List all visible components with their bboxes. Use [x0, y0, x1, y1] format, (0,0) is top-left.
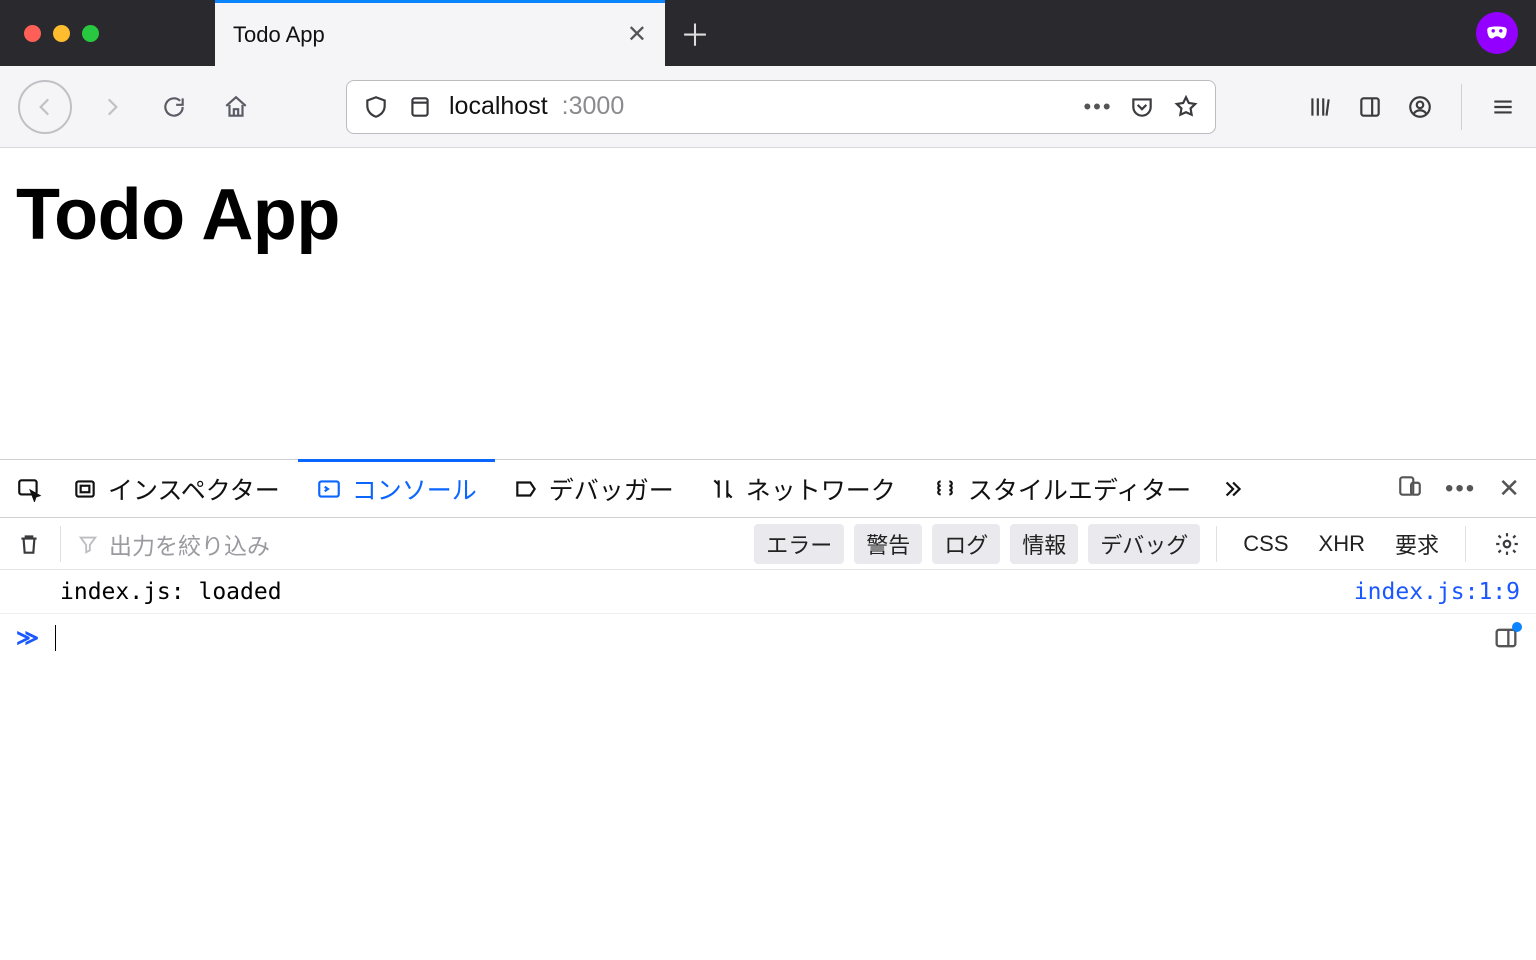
- address-bar[interactable]: localhost :3000 •••: [346, 80, 1216, 134]
- console-filter-input[interactable]: 出力を絞り込み: [77, 527, 744, 561]
- web-page-content: Todo App: [0, 148, 1536, 459]
- filter-chip-info[interactable]: 情報: [1010, 524, 1078, 564]
- clear-console-icon[interactable]: [14, 529, 44, 559]
- tab-title: Todo App: [233, 22, 325, 48]
- profile-badge[interactable]: [1476, 12, 1518, 54]
- bookmark-star-icon[interactable]: [1171, 92, 1201, 122]
- filter-chip-error[interactable]: エラー: [754, 524, 844, 564]
- mask-icon: [1484, 20, 1510, 46]
- menu-icon[interactable]: [1488, 92, 1518, 122]
- devtools-tab-style-editor[interactable]: スタイルエディター: [914, 460, 1209, 517]
- console-log-row: index.js: loaded index.js:1:9: [0, 570, 1536, 614]
- back-button[interactable]: [18, 80, 72, 134]
- window-minimize-button[interactable]: [53, 25, 70, 42]
- browser-tab-active[interactable]: Todo App ✕: [215, 0, 665, 66]
- console-settings-icon[interactable]: [1492, 529, 1522, 559]
- account-icon[interactable]: [1405, 92, 1435, 122]
- toolbar-divider: [1465, 526, 1466, 562]
- filter-toggle-xhr[interactable]: XHR: [1309, 527, 1375, 561]
- window-title-bar: Todo App ✕ ＋: [0, 0, 1536, 66]
- console-caret: [55, 625, 56, 651]
- forward-button[interactable]: [90, 85, 134, 129]
- reload-button[interactable]: [152, 85, 196, 129]
- devtools-tab-inspector[interactable]: インスペクター: [54, 460, 298, 517]
- devtools-tab-label: ネットワーク: [746, 471, 896, 507]
- window-close-button[interactable]: [24, 25, 41, 42]
- traffic-lights: [0, 0, 215, 66]
- page-actions-icon[interactable]: •••: [1083, 92, 1113, 122]
- devtools-tabs-overflow[interactable]: [1209, 460, 1255, 517]
- browser-toolbar: localhost :3000 •••: [0, 66, 1536, 148]
- devtools-tab-label: コンソール: [352, 471, 477, 507]
- library-icon[interactable]: [1305, 92, 1335, 122]
- tab-close-icon[interactable]: ✕: [627, 20, 647, 49]
- devtools-tab-debugger[interactable]: デバッガー: [495, 460, 692, 517]
- shield-icon[interactable]: [361, 92, 391, 122]
- filter-icon: [77, 533, 99, 555]
- devtools-tabstrip: インスペクター コンソール デバッガー ネットワーク スタイルエディター •••…: [0, 460, 1536, 518]
- devtools-tab-console[interactable]: コンソール: [298, 460, 495, 517]
- devtools-picker-button[interactable]: [8, 460, 54, 517]
- home-button[interactable]: [214, 85, 258, 129]
- page-info-icon[interactable]: [405, 92, 435, 122]
- filter-chip-debug[interactable]: デバッグ: [1088, 524, 1200, 564]
- devtools-meatball-icon[interactable]: •••: [1445, 475, 1476, 503]
- url-port: :3000: [562, 92, 625, 121]
- devtools-panel: インスペクター コンソール デバッガー ネットワーク スタイルエディター •••…: [0, 459, 1536, 960]
- devtools-tab-label: インスペクター: [108, 471, 280, 507]
- page-heading: Todo App: [16, 174, 1520, 256]
- filter-chip-log[interactable]: ログ: [932, 524, 1000, 564]
- devtools-tab-network[interactable]: ネットワーク: [692, 460, 914, 517]
- notification-dot-icon: [1512, 622, 1522, 632]
- console-log-message: index.js: loaded: [60, 579, 282, 605]
- window-zoom-button[interactable]: [82, 25, 99, 42]
- toolbar-divider: [1461, 84, 1462, 130]
- console-toolbar: 出力を絞り込み エラー 警告 ログ 情報 デバッグ CSS XHR 要求: [0, 518, 1536, 570]
- responsive-design-icon[interactable]: [1397, 473, 1423, 504]
- filter-toggle-requests[interactable]: 要求: [1385, 524, 1449, 564]
- toolbar-divider: [60, 526, 61, 562]
- console-log-source[interactable]: index.js:1:9: [1354, 579, 1520, 605]
- new-tab-button[interactable]: ＋: [665, 0, 725, 66]
- devtools-tab-label: デバッガー: [549, 471, 674, 507]
- pocket-icon[interactable]: [1127, 92, 1157, 122]
- toolbar-divider: [1216, 526, 1217, 562]
- filter-chip-warn[interactable]: 警告: [854, 524, 922, 564]
- console-input-row[interactable]: ≫: [0, 614, 1536, 662]
- devtools-tab-label: スタイルエディター: [968, 471, 1191, 507]
- filter-toggle-css[interactable]: CSS: [1233, 527, 1298, 561]
- devtools-close-icon[interactable]: ✕: [1498, 473, 1520, 504]
- console-prompt-icon: ≫: [16, 625, 39, 651]
- toolbar-right-group: [1305, 84, 1518, 130]
- sidebar-icon[interactable]: [1355, 92, 1385, 122]
- filter-placeholder: 出力を絞り込み: [109, 527, 270, 561]
- url-host: localhost: [449, 92, 548, 121]
- sidebar-toggle-icon[interactable]: [1492, 624, 1520, 652]
